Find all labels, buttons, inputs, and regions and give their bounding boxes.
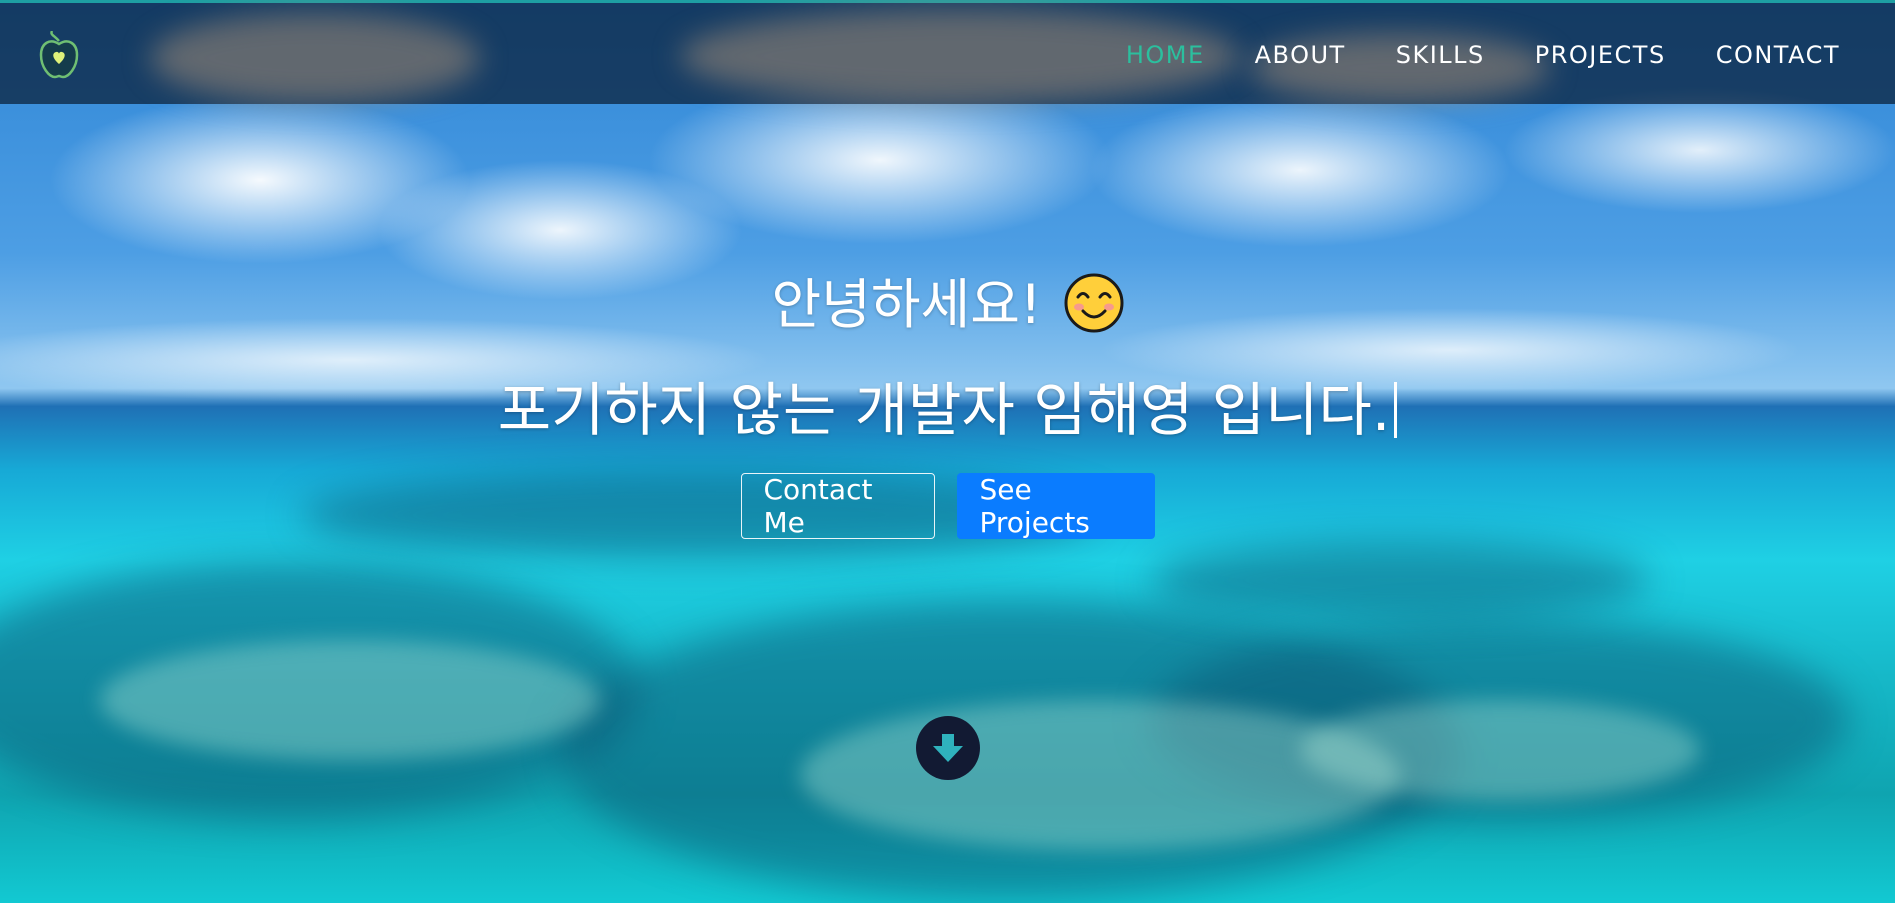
scroll-down-button[interactable] xyxy=(916,716,980,780)
contact-me-button[interactable]: Contact Me xyxy=(740,473,935,539)
see-projects-button[interactable]: See Projects xyxy=(956,473,1155,539)
hero-section: 안녕하세요! 포기하지 않는 개발자 임해영 입니다. Contact Me S… xyxy=(0,0,1895,903)
page: HOME ABOUT SKILLS PROJECTS CONTACT 안녕하세요… xyxy=(0,0,1895,903)
hero-buttons: Contact Me See Projects xyxy=(0,473,1895,539)
hero-greeting: 안녕하세요! xyxy=(0,270,1895,340)
arrow-down-icon xyxy=(933,734,963,762)
hero-subtitle-text: 포기하지 않는 개발자 임해영 입니다. xyxy=(497,376,1391,444)
hero-greeting-text: 안녕하세요! xyxy=(771,273,1042,336)
smiling-face-icon xyxy=(1064,273,1124,333)
typing-cursor xyxy=(1394,382,1398,438)
hero-subtitle: 포기하지 않는 개발자 임해영 입니다. xyxy=(0,370,1895,450)
